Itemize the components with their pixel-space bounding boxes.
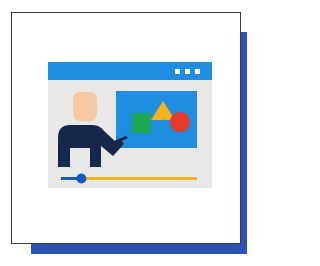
window-menu-dots-icon — [175, 69, 200, 74]
presenter-head-icon — [73, 92, 97, 121]
square-shape-icon — [132, 113, 151, 133]
online-presentation-icon — [48, 62, 212, 188]
circle-shape-icon — [170, 112, 190, 132]
progress-knob[interactable] — [76, 173, 87, 184]
